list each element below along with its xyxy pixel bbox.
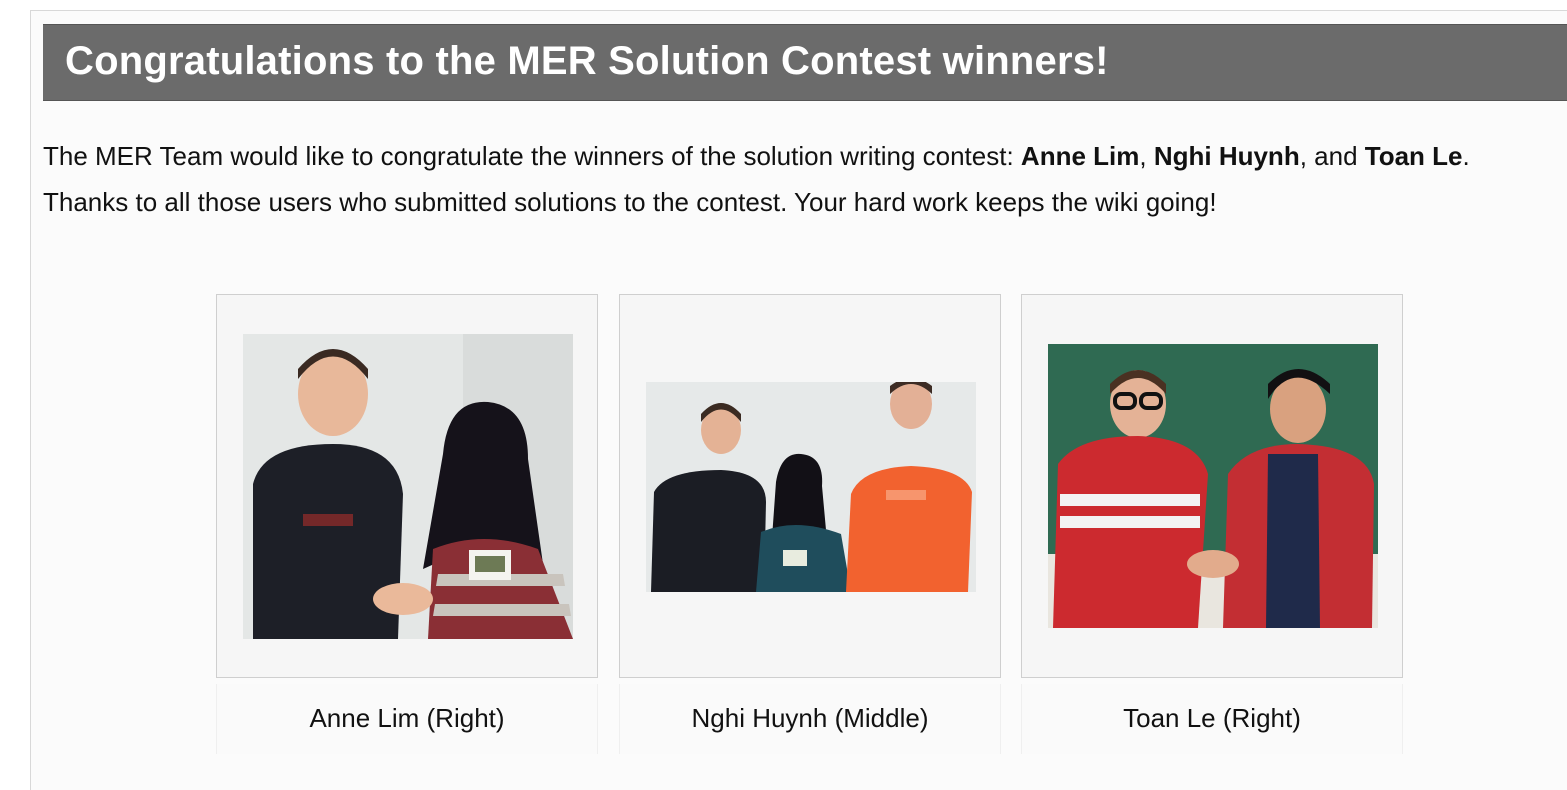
intro-separator: , and <box>1299 141 1365 171</box>
intro-separator: , <box>1139 141 1154 171</box>
intro-paragraph: The MER Team would like to congratulate … <box>43 133 1558 225</box>
gallery-card-anne[interactable] <box>216 294 598 678</box>
intro-text-start: The MER Team would like to congratulate … <box>43 141 1021 171</box>
winner-name-toan: Toan Le <box>1364 141 1463 171</box>
gallery-caption-anne: Anne Lim (Right) <box>216 684 598 754</box>
photo-anne-lim[interactable] <box>243 334 573 639</box>
gallery-card-toan[interactable] <box>1021 294 1403 678</box>
photo-nghi-huynh[interactable] <box>646 382 976 592</box>
gallery-card-nghi[interactable] <box>619 294 1001 678</box>
gallery-caption-toan: Toan Le (Right) <box>1021 684 1403 754</box>
headline-banner: Congratulations to the MER Solution Cont… <box>43 24 1567 101</box>
winner-name-anne: Anne Lim <box>1020 141 1140 171</box>
gallery-caption-nghi: Nghi Huynh (Middle) <box>619 684 1001 754</box>
winner-name-nghi: Nghi Huynh <box>1153 141 1300 171</box>
headline-title: Congratulations to the MER Solution Cont… <box>65 39 1109 83</box>
photo-toan-le[interactable] <box>1048 344 1378 628</box>
